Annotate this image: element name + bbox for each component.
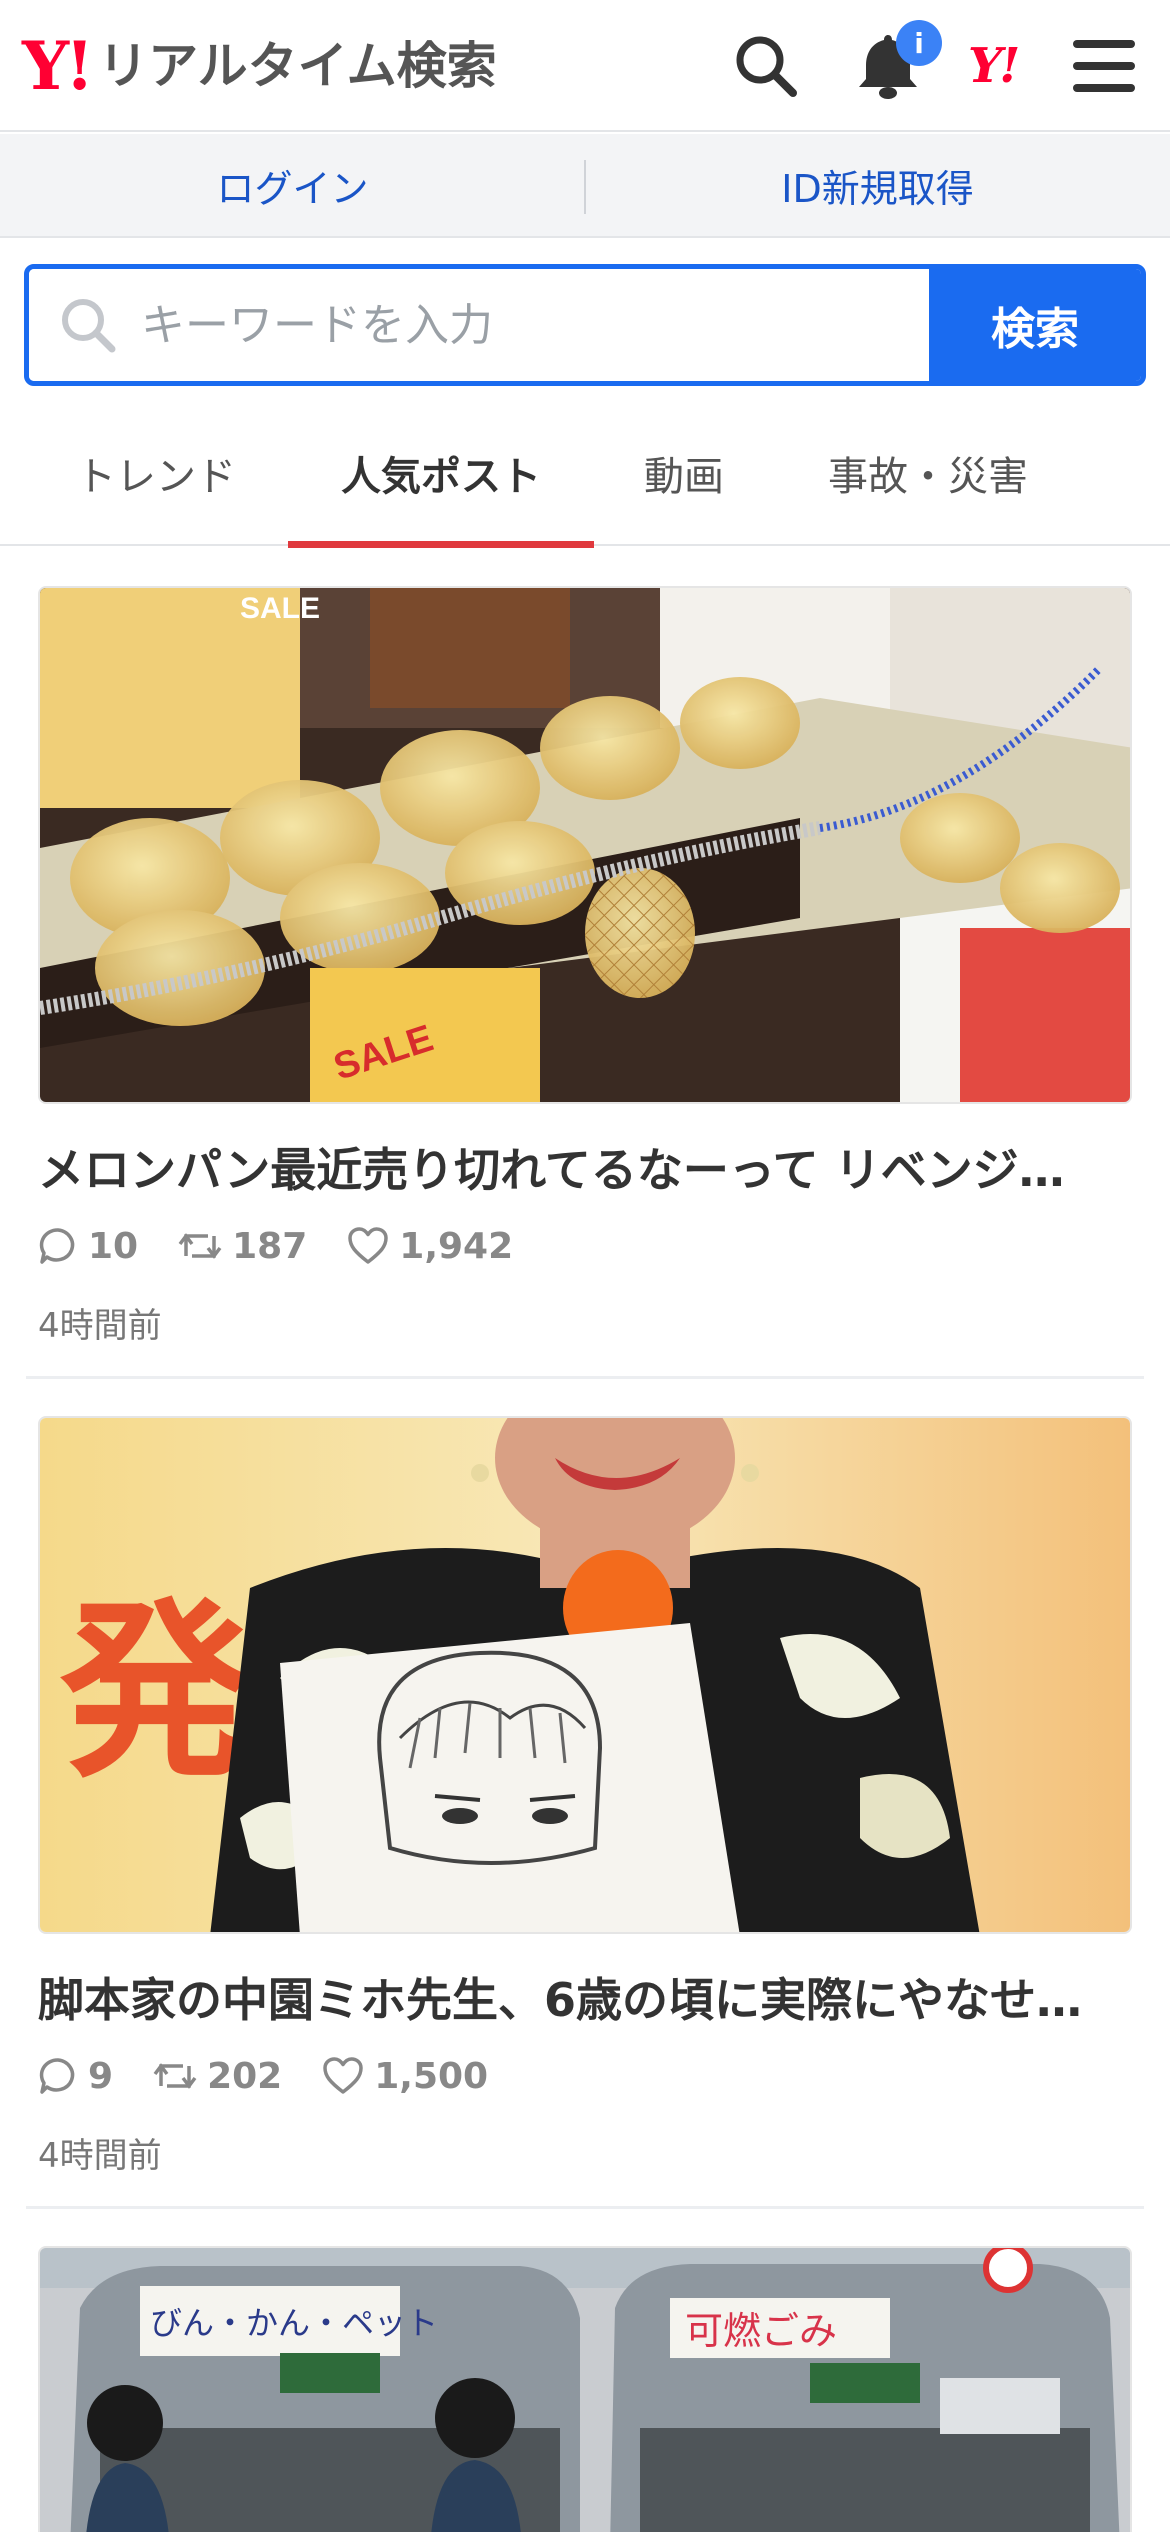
post-time: 4時間前 xyxy=(38,1306,162,1346)
login-divider xyxy=(584,160,586,214)
heart-icon xyxy=(323,2057,363,2094)
yahoo-top-link[interactable]: Y! xyxy=(968,36,1020,96)
login-bar: ログイン ID新規取得 xyxy=(0,134,1170,238)
card-divider xyxy=(26,1376,1144,1379)
notification-badge: i xyxy=(896,20,942,66)
yahoo-realtime-logo[interactable]: Y! リアルタイム検索 xyxy=(22,28,497,104)
like-stat[interactable]: 1,942 xyxy=(347,1226,513,1267)
hamburger-menu-icon[interactable] xyxy=(1066,28,1142,104)
repost-stat[interactable]: 187 xyxy=(178,1226,307,1267)
search-field-icon xyxy=(62,299,116,353)
reply-stat[interactable]: 9 xyxy=(38,2056,113,2097)
search-button[interactable]: 検索 xyxy=(929,269,1141,381)
post-thumbnail-garbage-trucks[interactable]: びん・かん・ペット 可燃ごみ xyxy=(38,2246,1132,2532)
repost-count: 187 xyxy=(232,1225,308,1267)
yahoo-logo-mark: Y! xyxy=(22,27,94,105)
tab-trend[interactable]: トレンド xyxy=(56,400,256,546)
search-field[interactable] xyxy=(29,269,929,381)
card-divider xyxy=(26,2206,1144,2209)
post-thumbnail-melon-pan[interactable]: SALE SALE xyxy=(38,586,1132,1104)
tab-bar: トレンド 人気ポスト 動画 事故・災害 xyxy=(0,400,1170,548)
post-stats: 10 187 1,942 xyxy=(38,1220,553,1272)
like-count: 1,500 xyxy=(374,2055,489,2097)
post-title[interactable]: メロンパン最近売り切れてるなーって リベンジ… xyxy=(38,1134,1132,1200)
reply-stat[interactable]: 10 xyxy=(38,1226,138,1267)
repost-stat[interactable]: 202 xyxy=(153,2056,282,2097)
search-icon[interactable] xyxy=(728,28,804,104)
tab-video[interactable]: 動画 xyxy=(612,400,756,546)
post-thumbnail-speaker[interactable]: 発表 xyxy=(38,1416,1132,1934)
svg-text:びん・かん・ペット: びん・かん・ペット xyxy=(150,2305,438,2341)
svg-text:可燃ごみ: 可燃ごみ xyxy=(685,2311,837,2353)
register-link[interactable]: ID新規取得 xyxy=(585,134,1170,236)
reply-icon xyxy=(39,2058,75,2094)
login-link[interactable]: ログイン xyxy=(0,134,585,236)
reply-count: 9 xyxy=(88,2055,114,2097)
tab-popular-posts[interactable]: 人気ポスト xyxy=(288,400,594,548)
repost-icon xyxy=(153,2063,197,2089)
svg-text:SALE: SALE xyxy=(240,592,320,625)
like-stat[interactable]: 1,500 xyxy=(322,2056,488,2097)
repost-icon xyxy=(178,1233,222,1259)
reply-count: 10 xyxy=(88,1225,139,1267)
tab-accident-disaster[interactable]: 事故・災害 xyxy=(800,400,1056,546)
post-time: 4時間前 xyxy=(38,2136,162,2176)
post-stats: 9 202 1,500 xyxy=(38,2050,528,2102)
like-count: 1,942 xyxy=(399,1225,514,1267)
repost-count: 202 xyxy=(207,2055,283,2097)
logo-title: リアルタイム検索 xyxy=(98,37,497,95)
heart-icon xyxy=(348,1227,389,1264)
search-input[interactable] xyxy=(141,299,841,351)
app-header: Y! リアルタイム検索 i Y! xyxy=(0,0,1170,132)
post-title[interactable]: 脚本家の中園ミホ先生、6歳の頃に実際にやなせ… xyxy=(38,1964,1132,2030)
reply-icon xyxy=(39,1228,75,1264)
search-bar: 検索 xyxy=(24,264,1146,386)
